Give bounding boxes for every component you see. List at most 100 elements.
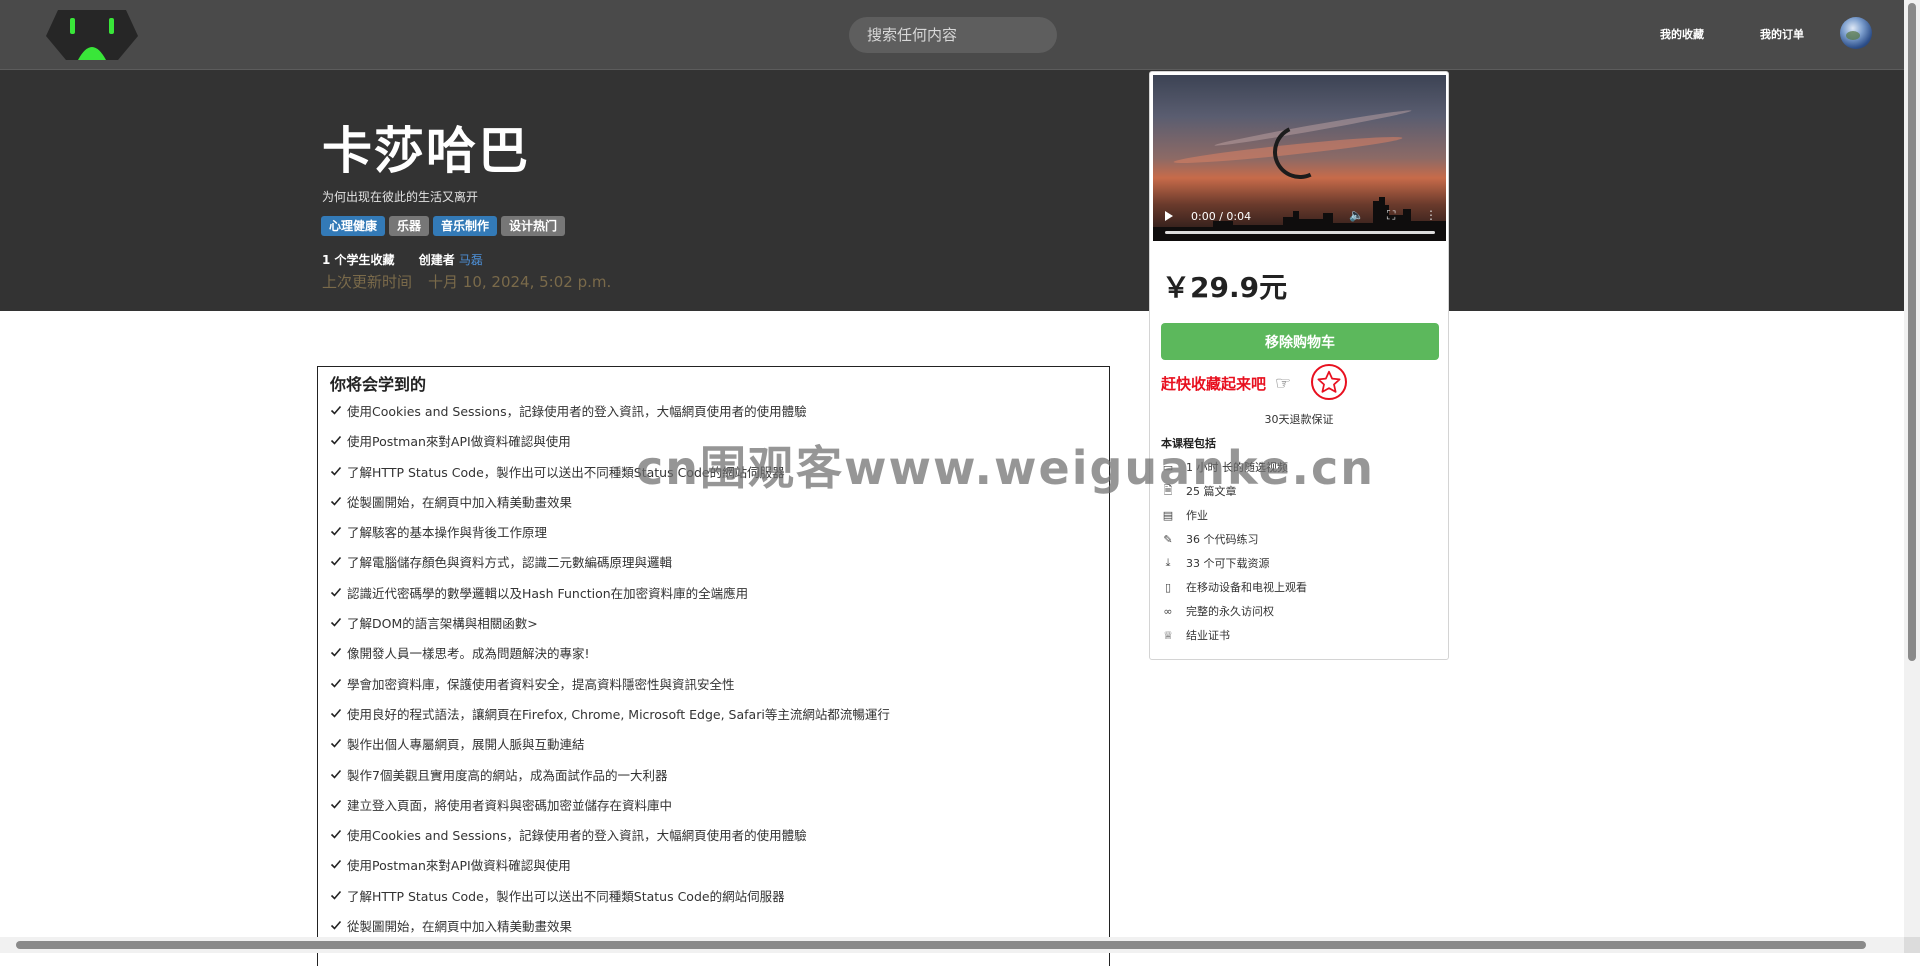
learn-item-text: 從製圖開始，在網頁中加入精美動畫效果 xyxy=(347,919,573,935)
star-icon xyxy=(1317,370,1341,393)
tag-design-hot[interactable]: 设计热门 xyxy=(501,216,566,236)
learn-item: 製作7個美觀且實用度高的網站，成為面試作品的一大利器 xyxy=(330,765,890,795)
video-progress-bar[interactable] xyxy=(1165,231,1435,234)
check-icon xyxy=(330,557,342,567)
favorite-star-button[interactable] xyxy=(1311,364,1347,400)
learn-item: 使用Cookies and Sessions，記錄使用者的登入資訊，大幅網頁使用… xyxy=(330,401,890,431)
remove-from-cart-button[interactable]: 移除购物车 xyxy=(1161,323,1439,360)
learn-item-text: 了解電腦儲存顏色與資料方式，認識二元數編碼原理與邏輯 xyxy=(347,555,673,571)
check-icon xyxy=(330,436,342,445)
check-icon xyxy=(330,678,342,688)
learn-list: 使用Cookies and Sessions，記錄使用者的登入資訊，大幅網頁使用… xyxy=(330,401,890,946)
include-label: 1 小时 长的随选视频 xyxy=(1186,461,1288,474)
learn-item-text: 認識近代密碼學的數學邏輯以及Hash Function在加密資料庫的全端應用 xyxy=(347,585,749,601)
check-icon xyxy=(330,890,342,900)
tag-instruments[interactable]: 乐器 xyxy=(389,216,430,236)
updated-label: 上次更新时间 xyxy=(322,273,413,291)
include-label: 25 篇文章 xyxy=(1186,485,1237,498)
learn-item-text: 使用Postman來對API做資料確認與使用 xyxy=(347,858,571,874)
student-count: 1 个学生收藏 xyxy=(322,253,395,267)
learn-item-text: 了解HTTP Status Code，製作出可以送出不同種類Status Cod… xyxy=(347,888,785,904)
user-avatar[interactable] xyxy=(1840,17,1872,49)
more-options-icon[interactable]: ⋮ xyxy=(1425,208,1437,222)
course-hero: 卡莎哈巴 为何出现在彼此的生活又离开 心理健康 乐器 音乐制作 设计热门 1 个… xyxy=(0,70,1904,311)
play-icon[interactable] xyxy=(1165,211,1173,221)
include-item: ⤓ 33 个可下载资源 xyxy=(1161,551,1307,575)
learn-item-text: 了解HTTP Status Code，製作出可以送出不同種類Status Cod… xyxy=(347,464,785,480)
what-you-learn-box: 你将会学到的 使用Cookies and Sessions，記錄使用者的登入資訊… xyxy=(317,366,1110,966)
my-orders-link[interactable]: 我的订单 xyxy=(1760,26,1804,42)
code-exercise-icon: ✎ xyxy=(1163,532,1173,546)
learn-item: 使用Postman來對API做資料確認與使用 xyxy=(330,431,890,461)
last-updated: 上次更新时间 十月 10, 2024, 5:02 p.m. xyxy=(322,271,627,292)
assignment-icon: ▤ xyxy=(1162,508,1174,522)
check-icon xyxy=(330,587,342,597)
learn-item: 了解HTTP Status Code，製作出可以送出不同種類Status Cod… xyxy=(330,886,890,916)
horizontal-scroll-thumb[interactable] xyxy=(16,941,1866,949)
learn-item: 使用良好的程式語法，讓網頁在Firefox, Chrome, Microsoft… xyxy=(330,704,890,734)
fullscreen-icon[interactable]: ⛶ xyxy=(1387,208,1395,223)
learn-item-text: 使用Cookies and Sessions，記錄使用者的登入資訊，大幅網頁使用… xyxy=(347,404,807,419)
check-icon xyxy=(330,466,342,476)
learn-item-text: 像開發人員一樣思考。成為問題解決的專家! xyxy=(347,646,590,662)
learn-item: 使用Postman來對API做資料確認與使用 xyxy=(330,855,890,885)
learn-item: 建立登入頁面，將使用者資料與密碼加密並儲存在資料庫中 xyxy=(330,795,890,825)
learn-item: 認識近代密碼學的數學邏輯以及Hash Function在加密資料庫的全端應用 xyxy=(330,583,890,613)
learn-item: 了解駭客的基本操作與背後工作原理 xyxy=(330,522,890,552)
video-time: 0:00 / 0:04 xyxy=(1191,210,1252,223)
video-controls: 0:00 / 0:04 🔈 ⛶ ⋮ xyxy=(1153,201,1446,241)
check-icon xyxy=(330,405,342,415)
video-icon: ▭ xyxy=(1162,460,1174,474)
pointing-hand-icon: ☞ xyxy=(1275,373,1292,394)
search-bar xyxy=(849,17,1057,53)
include-item: ♕ 结业证书 xyxy=(1161,623,1307,647)
tag-mental-health[interactable]: 心理健康 xyxy=(321,216,386,236)
check-icon xyxy=(330,618,342,627)
vertical-scroll-thumb[interactable] xyxy=(1908,3,1916,661)
learn-item-text: 使用良好的程式語法，讓網頁在Firefox, Chrome, Microsoft… xyxy=(347,706,890,722)
favorite-prompt: 赶快收藏起来吧 xyxy=(1161,375,1267,393)
include-item: ▤ 作业 xyxy=(1161,503,1307,527)
include-item: ▯ 在移动设备和电视上观看 xyxy=(1161,575,1307,599)
learn-item: 學會加密資料庫，保護使用者資料安全，提高資料隱密性與資訊安全性 xyxy=(330,674,890,704)
top-navbar: 我的收藏 我的订单 xyxy=(0,0,1904,70)
horizontal-scrollbar[interactable] xyxy=(0,937,1904,953)
include-item: ∞ 完整的永久访问权 xyxy=(1161,599,1307,623)
course-subtitle: 为何出现在彼此的生活又离开 xyxy=(322,190,479,204)
include-item: ▭ 1 小时 长的随选视频 xyxy=(1161,455,1307,479)
my-favorites-link[interactable]: 我的收藏 xyxy=(1660,26,1704,42)
check-icon xyxy=(330,860,342,870)
include-label: 作业 xyxy=(1186,509,1208,522)
includes-list: ▭ 1 小时 长的随选视频 🗎 25 篇文章 ▤ 作业 ✎ 36 个代码练习 ⤓ 33 个… xyxy=(1161,455,1307,647)
tag-list: 心理健康 乐器 音乐制作 设计热门 xyxy=(321,216,566,236)
learn-item-text: 使用Cookies and Sessions，記錄使用者的登入資訊，大幅網頁使用… xyxy=(347,828,807,844)
learn-heading: 你将会学到的 xyxy=(330,375,427,394)
learn-item: 使用Cookies and Sessions，記錄使用者的登入資訊，大幅網頁使用… xyxy=(330,825,890,855)
learn-item-text: 學會加密資料庫，保護使用者資料安全，提高資料隱密性與資訊安全性 xyxy=(347,676,735,692)
course-meta: 1 个学生收藏 创建者 马磊 xyxy=(322,251,483,268)
check-icon xyxy=(330,648,342,658)
include-label: 完整的永久访问权 xyxy=(1186,605,1274,618)
tag-music-production[interactable]: 音乐制作 xyxy=(433,216,498,236)
learn-item-text: 建立登入頁面，將使用者資料與密碼加密並儲存在資料庫中 xyxy=(347,797,673,813)
mobile-icon: ▯ xyxy=(1164,580,1172,594)
includes-heading: 本课程包括 xyxy=(1161,437,1216,450)
check-icon xyxy=(330,769,342,779)
creator-link[interactable]: 马磊 xyxy=(459,253,483,267)
learn-item-text: 製作7個美觀且實用度高的網站，成為面試作品的一大利器 xyxy=(347,767,668,783)
include-label: 33 个可下载资源 xyxy=(1186,557,1270,570)
course-price: ￥29.9元 xyxy=(1162,271,1288,304)
include-label: 36 个代码练习 xyxy=(1186,533,1259,546)
include-item: 🗎 25 篇文章 xyxy=(1161,479,1307,503)
vertical-scrollbar[interactable] xyxy=(1904,0,1920,953)
search-input[interactable] xyxy=(865,25,1049,45)
updated-value: 十月 10, 2024, 5:02 p.m. xyxy=(428,273,612,291)
infinity-icon: ∞ xyxy=(1163,604,1173,618)
course-title: 卡莎哈巴 xyxy=(322,122,530,180)
site-logo[interactable] xyxy=(44,8,140,62)
check-icon xyxy=(330,527,342,536)
include-label: 结业证书 xyxy=(1186,629,1230,642)
preview-video[interactable]: 0:00 / 0:04 🔈 ⛶ ⋮ xyxy=(1153,75,1446,241)
volume-icon[interactable]: 🔈 xyxy=(1349,208,1364,222)
purchase-card: 0:00 / 0:04 🔈 ⛶ ⋮ ￥29.9元 移除购物车 赶快收藏起来吧 ☞… xyxy=(1149,71,1449,660)
